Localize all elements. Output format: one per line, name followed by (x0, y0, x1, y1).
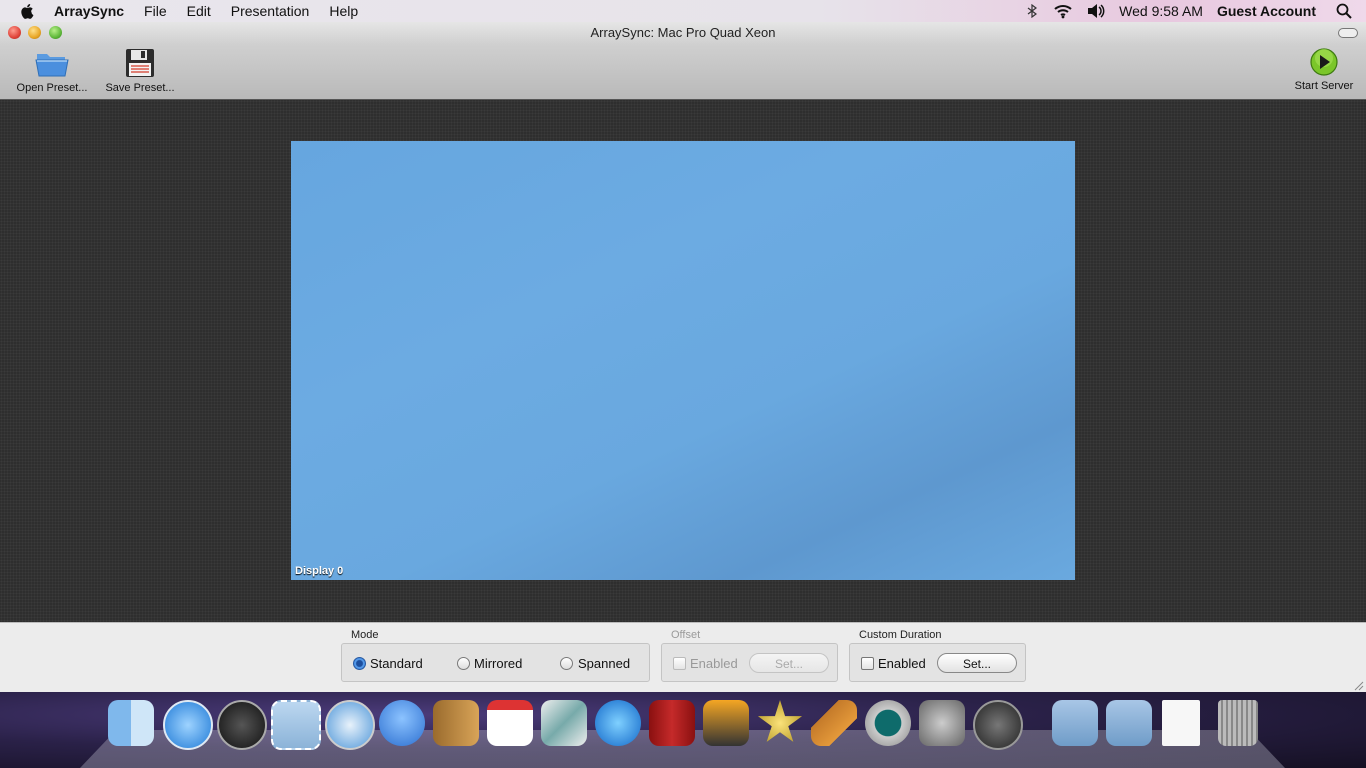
facetime-icon[interactable] (379, 700, 425, 746)
address-book-icon[interactable] (433, 700, 479, 746)
custom-duration-enabled-label[interactable]: Enabled (878, 656, 926, 671)
mode-spanned-radio[interactable] (560, 657, 573, 670)
resize-grip-icon[interactable] (1354, 681, 1364, 691)
bluetooth-icon[interactable] (1025, 4, 1039, 18)
file-menu[interactable]: File (144, 3, 167, 19)
launchpad-icon[interactable] (973, 700, 1023, 750)
window-title: ArraySync: Mac Pro Quad Xeon (590, 25, 776, 40)
safari-icon[interactable] (325, 700, 375, 750)
preview-icon[interactable] (541, 700, 587, 746)
mail-icon[interactable] (271, 700, 321, 750)
custom-duration-enabled-checkbox[interactable] (861, 657, 874, 670)
custom-duration-set-button[interactable]: Set... (937, 653, 1017, 673)
mode-group: Standard Mirrored Spanned (341, 643, 650, 682)
apple-menu-icon[interactable] (19, 2, 37, 20)
start-server-button[interactable]: Start Server (1290, 48, 1358, 92)
open-preset-label: Open Preset... (16, 82, 88, 94)
mode-mirrored-label[interactable]: Mirrored (474, 656, 522, 671)
spotlight-search-icon[interactable] (1336, 3, 1352, 19)
display-preview[interactable]: Display 0 (291, 141, 1075, 580)
mode-spanned-label[interactable]: Spanned (578, 656, 630, 671)
toolbar-toggle-button[interactable] (1338, 28, 1358, 38)
custom-duration-group-label: Custom Duration (859, 629, 942, 641)
presentation-menu[interactable]: Presentation (231, 3, 310, 19)
arraysync-window: ArraySync: Mac Pro Quad Xeon Open Preset… (0, 22, 1366, 693)
open-preset-button[interactable]: Open Preset... (14, 48, 90, 94)
menu-extras: Wed 9:58 AM Guest Account (1025, 0, 1366, 22)
iphoto-icon[interactable] (703, 700, 749, 746)
dashboard-icon[interactable] (217, 700, 267, 750)
user-menu[interactable]: Guest Account (1217, 3, 1316, 19)
settings-panel: Mode Standard Mirrored Spanned Offset En… (0, 622, 1366, 693)
offset-group-label: Offset (671, 629, 701, 641)
clock[interactable]: Wed 9:58 AM (1119, 3, 1203, 19)
start-server-label: Start Server (1294, 80, 1354, 92)
help-menu[interactable]: Help (329, 3, 358, 19)
display-canvas-area: Display 0 (0, 100, 1366, 622)
floppy-disk-icon (126, 49, 154, 77)
save-preset-label: Save Preset... (105, 82, 175, 94)
offset-enabled-checkbox[interactable] (673, 657, 686, 670)
documents-folder-icon[interactable] (1106, 700, 1152, 746)
mode-mirrored-radio[interactable] (457, 657, 470, 670)
app-menu[interactable]: ArraySync (54, 3, 124, 19)
itunes-icon[interactable] (595, 700, 641, 746)
pdf-document-icon[interactable] (1162, 700, 1200, 746)
custom-duration-group: Enabled Set... (849, 643, 1026, 682)
mode-group-label: Mode (351, 629, 379, 641)
save-preset-button[interactable]: Save Preset... (104, 48, 176, 94)
display-label: Display 0 (295, 565, 344, 577)
photo-booth-icon[interactable] (649, 700, 695, 746)
applications-folder-icon[interactable] (1052, 700, 1098, 746)
offset-group: Enabled Set... (661, 643, 838, 682)
mode-standard-radio[interactable] (353, 657, 366, 670)
system-preferences-icon[interactable] (919, 700, 965, 746)
ical-icon[interactable] (487, 700, 533, 746)
offset-enabled-label: Enabled (690, 656, 738, 671)
title-toolbar: ArraySync: Mac Pro Quad Xeon Open Preset… (0, 22, 1366, 100)
trash-icon[interactable] (1218, 700, 1258, 746)
wifi-icon[interactable] (1053, 3, 1073, 19)
edit-menu[interactable]: Edit (187, 3, 211, 19)
finder-icon[interactable] (108, 700, 154, 746)
time-machine-icon[interactable] (865, 700, 911, 746)
volume-icon[interactable] (1087, 3, 1105, 19)
app-store-icon[interactable] (163, 700, 213, 750)
menu-bar: ArraySync File Edit Presentation Help We… (0, 0, 1366, 23)
open-folder-icon (35, 54, 69, 77)
mode-standard-label[interactable]: Standard (370, 656, 423, 671)
dock (0, 692, 1366, 768)
garageband-icon[interactable] (811, 700, 857, 746)
play-icon (1310, 48, 1338, 76)
offset-set-button[interactable]: Set... (749, 653, 829, 673)
